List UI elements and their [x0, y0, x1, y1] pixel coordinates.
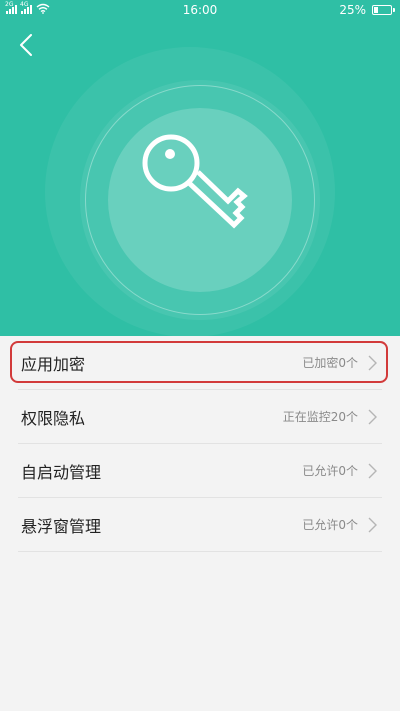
- chevron-right-icon: [368, 463, 377, 479]
- settings-item-value: 已允许0个: [302, 518, 358, 532]
- battery-fill: [374, 7, 378, 13]
- settings-item-floating-window[interactable]: 悬浮窗管理 已允许0个: [18, 498, 382, 552]
- settings-item-label: 权限隐私: [21, 408, 86, 428]
- settings-item-value: 已允许0个: [302, 464, 358, 478]
- settings-item-label: 自启动管理: [21, 462, 102, 482]
- settings-item-value: 已加密0个: [302, 356, 358, 370]
- battery-percent: 25%: [339, 3, 366, 17]
- status-right: 25%: [339, 3, 395, 17]
- chevron-right-icon: [368, 517, 377, 533]
- settings-item-autostart[interactable]: 自启动管理 已允许0个: [18, 444, 382, 498]
- key-icon: [142, 134, 248, 229]
- chevron-right-icon: [368, 355, 377, 371]
- status-bar: 2G 4G 16:00 25%: [0, 0, 400, 22]
- settings-item-label: 悬浮窗管理: [21, 516, 102, 536]
- settings-list: 应用加密 已加密0个 权限隐私 正在监控20个 自启动管理 已允许0个 悬浮窗管…: [0, 336, 400, 552]
- settings-item-permission-privacy[interactable]: 权限隐私 正在监控20个: [18, 390, 382, 444]
- settings-item-app-encryption[interactable]: 应用加密 已加密0个: [18, 336, 382, 390]
- chevron-left-icon: [20, 34, 32, 56]
- battery-icon: [372, 5, 395, 15]
- hero-header: 2G 4G 16:00 25%: [0, 0, 400, 336]
- chevron-right-icon: [368, 409, 377, 425]
- back-button[interactable]: [12, 30, 40, 60]
- settings-item-value: 正在监控20个: [282, 410, 358, 424]
- settings-item-label: 应用加密: [21, 354, 86, 374]
